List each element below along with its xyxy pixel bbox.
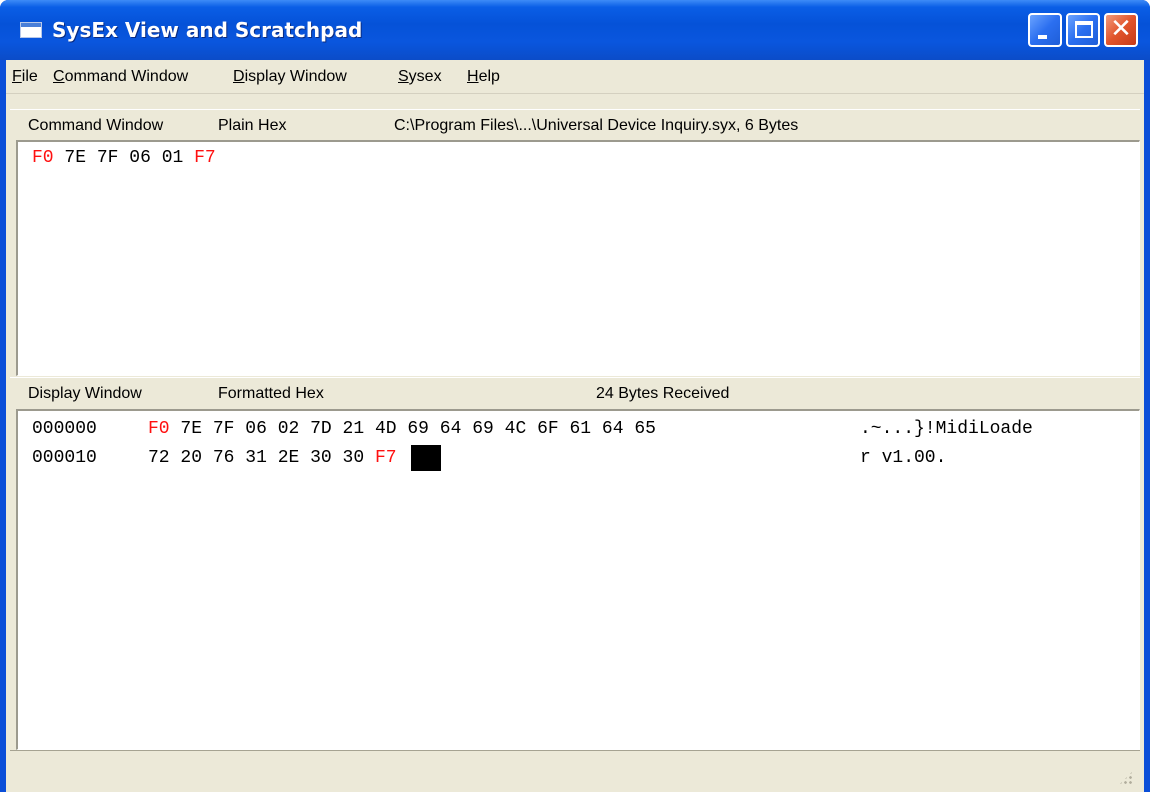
hex-byte: 6F: [537, 419, 559, 439]
close-icon: ✕: [1110, 14, 1132, 44]
row-offset: 000010: [32, 448, 97, 468]
hex-byte: 76: [212, 448, 235, 468]
minimize-button[interactable]: [1028, 13, 1062, 47]
app-window-icon[interactable]: [20, 22, 42, 38]
hex-byte: 30: [342, 448, 365, 468]
menu-display-window[interactable]: Display Window: [233, 67, 347, 87]
hex-byte: 31: [245, 448, 267, 468]
sysex-marker-byte: F0: [32, 148, 54, 168]
menu-command-window[interactable]: Command Window: [53, 67, 188, 87]
hex-byte: 64: [601, 419, 624, 439]
close-button[interactable]: ✕: [1104, 13, 1138, 47]
hex-byte: 7F: [96, 148, 119, 168]
hex-byte: 61: [569, 419, 592, 439]
client-area: File Command Window Display Window Sysex…: [6, 60, 1144, 792]
hex-byte: 7E: [180, 419, 203, 439]
hex-byte: 65: [634, 419, 656, 439]
row-hex-bytes: 72 20 76 31 2E 30 30 F7: [148, 446, 397, 470]
hex-byte: 2E: [277, 448, 300, 468]
hex-byte: 69: [472, 419, 494, 439]
app-window: SysEx View and Scratchpad ✕ File Command…: [0, 0, 1150, 792]
command-mode-label: Plain Hex: [218, 117, 287, 134]
row-ascii: r v1.00.: [860, 448, 947, 468]
bytes-received-status: 24 Bytes Received: [596, 385, 730, 402]
maximize-button[interactable]: [1066, 13, 1100, 47]
hex-byte: 06: [245, 419, 267, 439]
window-title: SysEx View and Scratchpad: [52, 18, 363, 42]
hex-byte: 64: [439, 419, 462, 439]
display-window-header: Display Window Formatted Hex 24 Bytes Re…: [10, 377, 1140, 407]
menu-bar: File Command Window Display Window Sysex…: [6, 60, 1144, 94]
hex-byte: 7F: [212, 419, 235, 439]
hex-byte: 06: [129, 148, 151, 168]
menu-help[interactable]: Help: [467, 67, 500, 87]
command-file-info: C:\Program Files\...\Universal Device In…: [394, 117, 799, 134]
sysex-marker-byte: F7: [194, 148, 216, 168]
hex-byte: 21: [342, 419, 365, 439]
display-mode-label: Formatted Hex: [218, 385, 324, 402]
menu-file[interactable]: File: [12, 67, 38, 87]
command-hex-line: F0 7E 7F 06 01 F7: [32, 146, 216, 170]
text-cursor: [411, 445, 442, 471]
row-hex-bytes: F0 7E 7F 06 02 7D 21 4D 69 64 69 4C 6F 6…: [148, 417, 656, 441]
command-window-label: Command Window: [28, 117, 164, 134]
hex-byte: 7E: [64, 148, 87, 168]
hex-byte: 4D: [374, 419, 397, 439]
command-window-header: Command Window Plain Hex C:\Program File…: [10, 109, 1140, 139]
command-window-pane[interactable]: F0 7E 7F 06 01 F7: [16, 140, 1140, 376]
sysex-marker-byte: F7: [374, 448, 397, 468]
hex-byte: 4C: [504, 419, 527, 439]
resize-grip-icon[interactable]: [1118, 770, 1134, 786]
menu-sysex[interactable]: Sysex: [398, 67, 442, 87]
row-offset: 000000: [32, 419, 97, 439]
sysex-marker-byte: F0: [148, 419, 170, 439]
display-window-label: Display Window: [28, 385, 142, 402]
hex-byte: 69: [407, 419, 429, 439]
hex-byte: 20: [180, 448, 203, 468]
status-bar: [10, 750, 1140, 792]
display-window-pane[interactable]: 000000 F0 7E 7F 06 02 7D 21 4D 69 64 69 4…: [16, 409, 1140, 750]
minimize-icon: [1038, 35, 1047, 39]
hex-byte: 01: [161, 148, 184, 168]
title-bar[interactable]: SysEx View and Scratchpad ✕: [0, 0, 1150, 60]
hex-byte: 7D: [310, 419, 332, 439]
hex-byte: 02: [277, 419, 300, 439]
maximize-icon: [1075, 21, 1093, 38]
hex-byte: 30: [310, 448, 332, 468]
hex-byte: 72: [148, 448, 170, 468]
row-ascii: .~...}!MidiLoade: [860, 419, 1033, 439]
